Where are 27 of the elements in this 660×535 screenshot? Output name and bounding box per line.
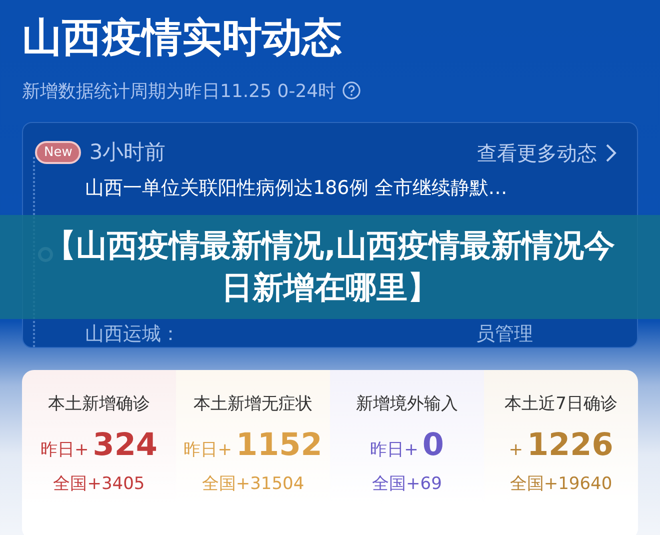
news-headline: 员管理 (476, 322, 533, 346)
new-badge: New (35, 141, 82, 164)
news-headline[interactable]: 山西一单位关联阳性病例达186例 全市继续静默… (85, 174, 617, 200)
stat-value: 324 (92, 426, 158, 464)
national-count: 全国+19640 (508, 473, 614, 496)
national-count: 全国+31504 (200, 473, 306, 496)
subtitle: 新增数据统计周期为昨日11.25 0-24时 (22, 81, 336, 102)
stat-label: 本土新增无症状 (192, 393, 314, 416)
stat-label: 本土新增确诊 (47, 393, 151, 416)
help-icon[interactable] (342, 81, 362, 100)
time-label: 3小时前 (89, 139, 166, 166)
stat-label: 本土近7日确诊 (504, 393, 618, 416)
stat-value: 1226 (526, 426, 614, 464)
news-headline: 山西运城： (85, 322, 180, 346)
stat-prefix: + (508, 438, 523, 462)
national-count: 全国+69 (371, 473, 443, 496)
more-link[interactable]: 查看更多动态 (477, 138, 617, 168)
page-title: 山西疫情实时动态 (22, 14, 343, 63)
stat-prefix: 昨日+ (184, 438, 232, 462)
national-count: 全国+3405 (52, 473, 146, 496)
stat-label: 新增境外输入 (355, 393, 459, 416)
chevron-right-icon (605, 142, 617, 163)
banner-title: 【山西疫情最新情况,山西疫情最新情况今日新增在哪里】 (44, 227, 616, 308)
stat-value: 1152 (236, 426, 322, 464)
stat-prefix: 昨日+ (40, 438, 89, 462)
stat-value: 0 (422, 426, 444, 464)
stat-prefix: 昨日+ (370, 438, 418, 462)
